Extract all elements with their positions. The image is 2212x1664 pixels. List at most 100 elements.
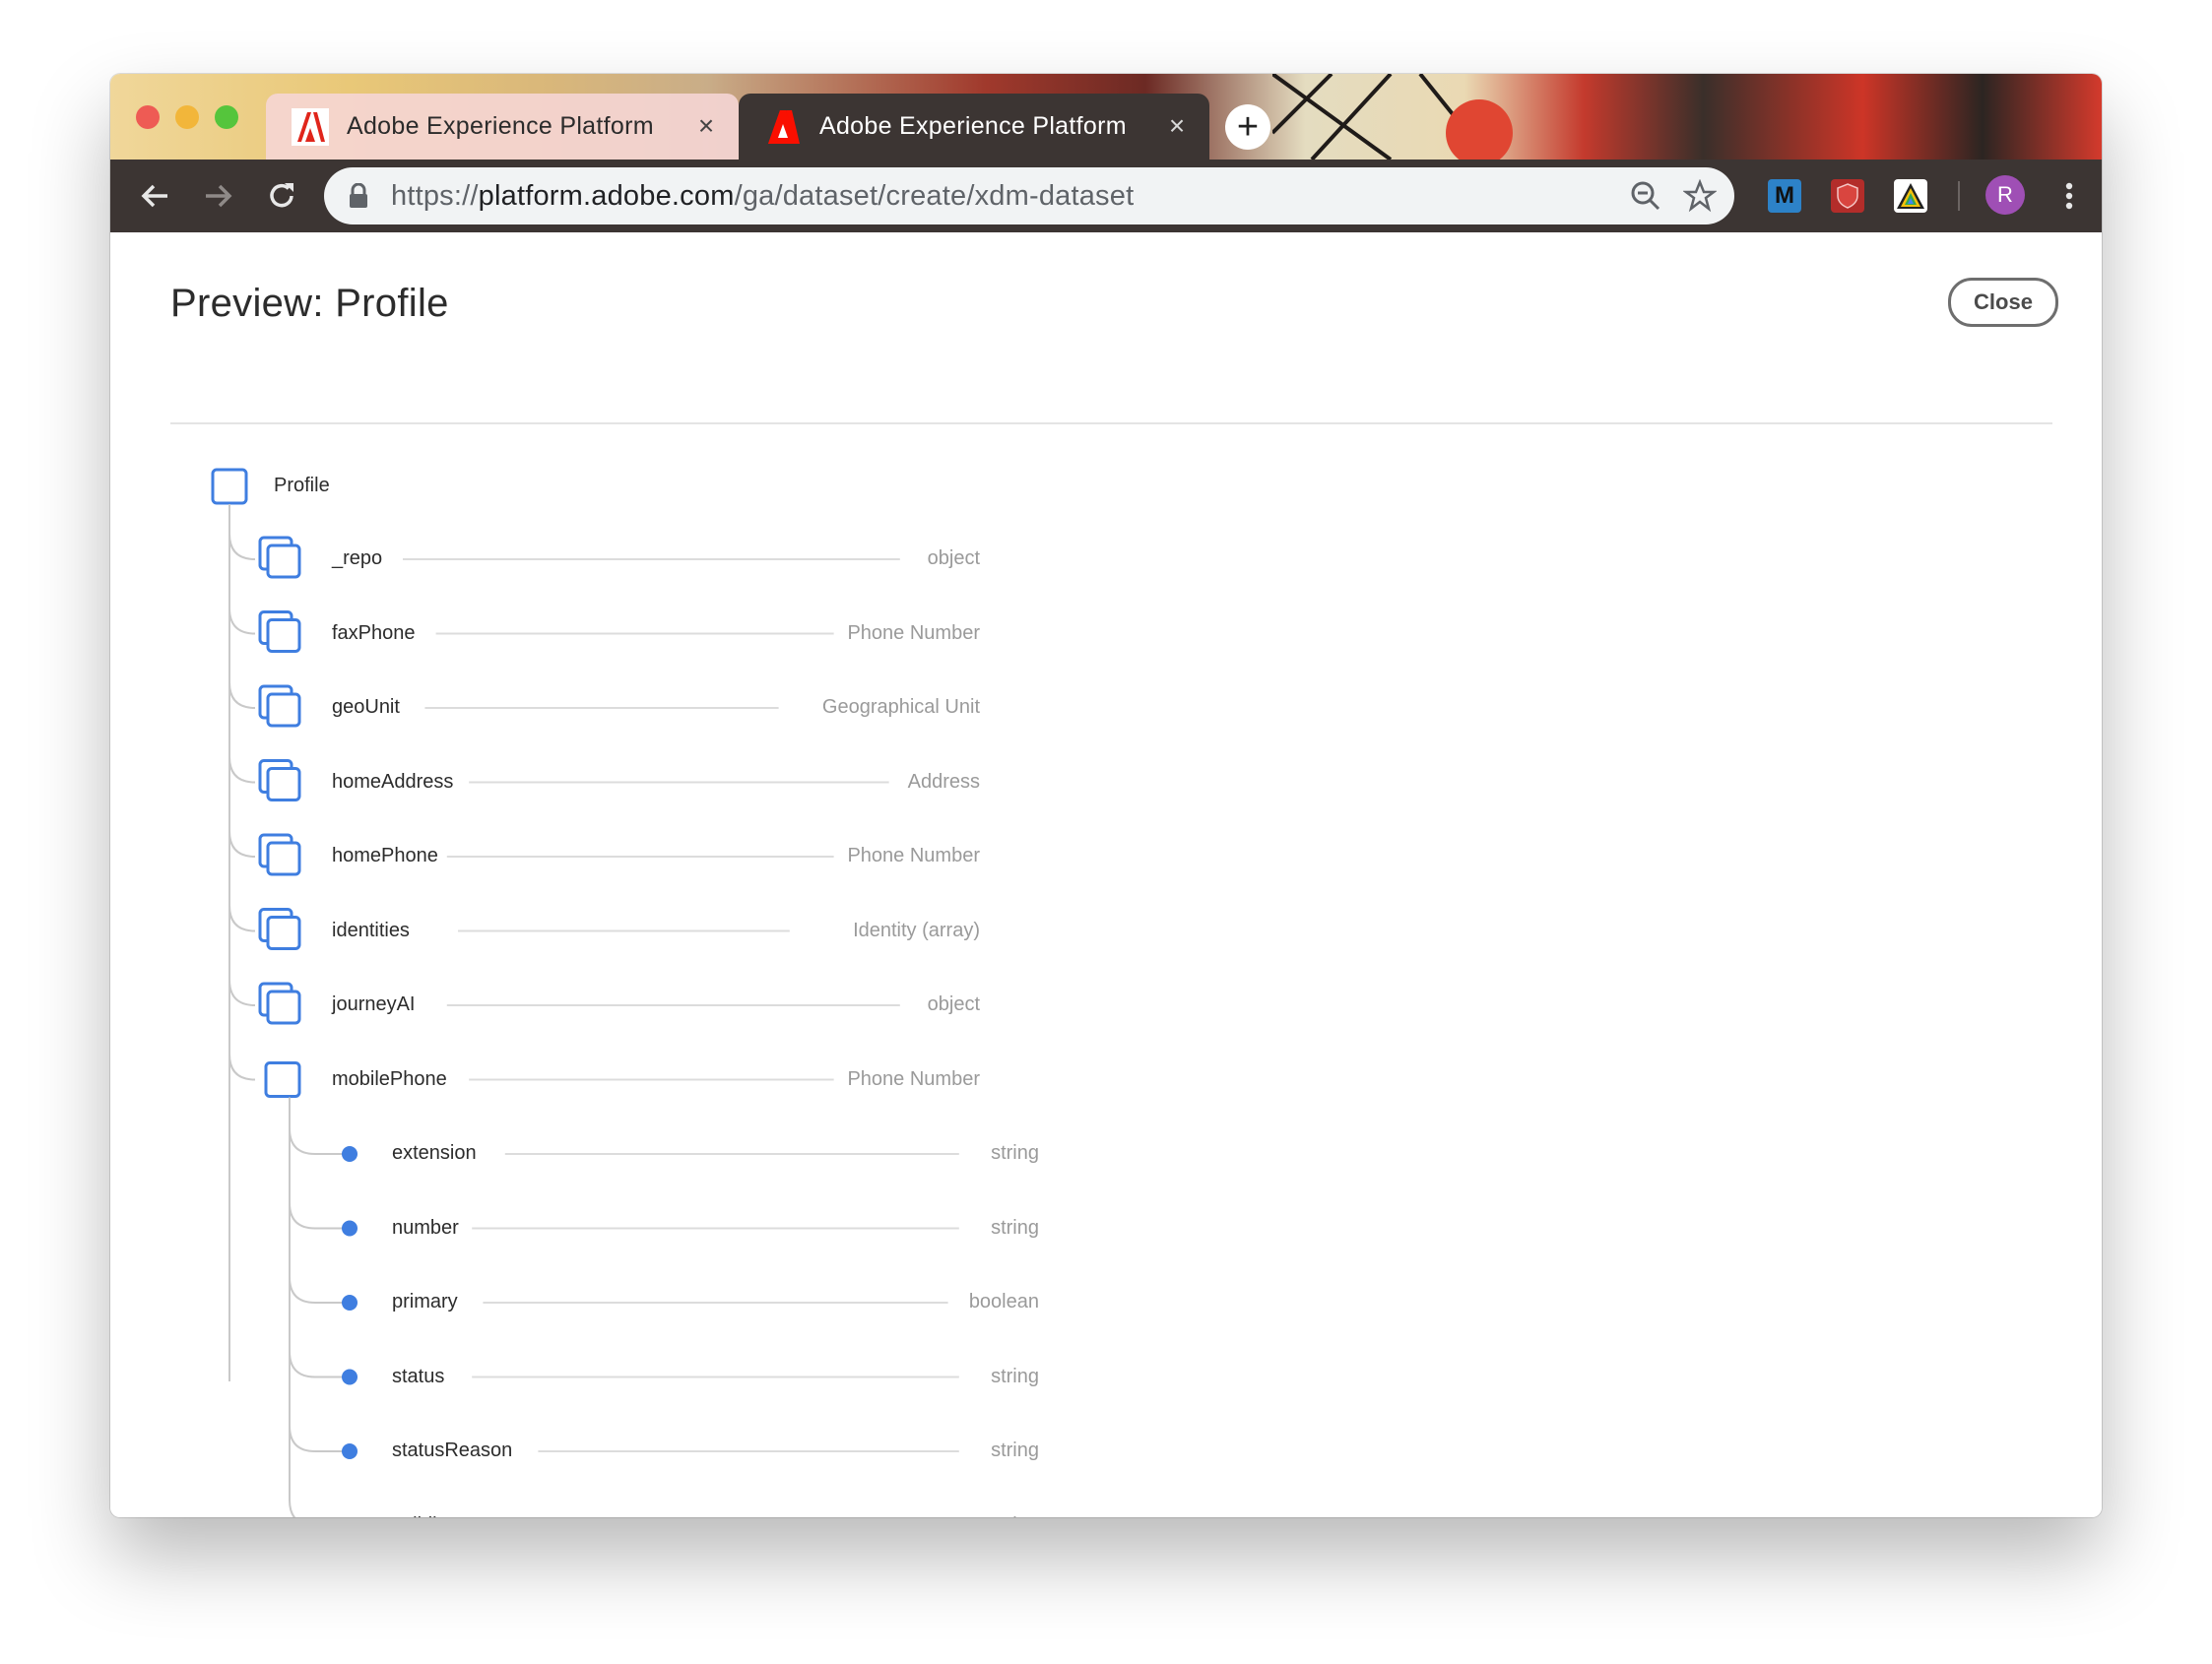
preview-panel: Preview: Profile Close Profile _repo objec… [110, 232, 2102, 1517]
url-text[interactable]: https://platform.adobe.com/ga/dataset/cr… [391, 167, 1134, 224]
tab-1[interactable]: Adobe Experience Platform × [266, 94, 739, 160]
tree-connector [289, 1425, 316, 1452]
tree-connector [289, 1202, 316, 1230]
profile-avatar[interactable]: R [1985, 175, 2025, 215]
back-button[interactable] [132, 173, 177, 219]
node-type: Phone Number [847, 621, 980, 644]
avatar-initial: R [1997, 182, 2013, 207]
tree-connector [228, 681, 256, 709]
tree-node-label[interactable]: geoUnit [332, 696, 400, 719]
tab-2[interactable]: Adobe Experience Platform × [739, 94, 1209, 160]
node-type: boolean [968, 1291, 1039, 1312]
tree-node-label[interactable]: _repo [332, 547, 382, 570]
tree-connector [228, 905, 256, 932]
node-type: string [991, 1365, 1039, 1387]
field-dot-icon [342, 1443, 358, 1459]
tree-connector [289, 1276, 316, 1304]
lock-icon [350, 183, 367, 208]
object-node-icon-front [266, 841, 301, 876]
tree-lines [211, 468, 959, 1517]
adobe-logo-icon [768, 109, 800, 144]
object-node-icon-front [266, 767, 301, 801]
schema-tree: Profile _repo object faxPhone Phone Number ge… [110, 232, 2102, 1517]
tab-title: Adobe Experience Platform [347, 112, 654, 140]
window-minimize-dot[interactable] [175, 105, 199, 129]
extension-color-icon[interactable] [1894, 179, 1927, 213]
window-close-dot[interactable] [136, 105, 160, 129]
url-path: /ga/dataset/create/xdm-dataset [734, 180, 1135, 212]
node-type: object [927, 547, 980, 569]
arrow-right-icon [206, 184, 232, 208]
node-type: string [991, 1142, 1039, 1164]
node-type: Phone Number [847, 845, 980, 866]
toolbar-separator [1958, 181, 1960, 211]
tree-field-label[interactable]: primary [392, 1291, 458, 1313]
zoom-out-icon[interactable] [1629, 179, 1662, 213]
tree-connector [228, 830, 256, 858]
browser-window: Adobe Experience Platform × Adobe Experi… [110, 74, 2102, 1517]
field-dot-icon [342, 1146, 358, 1162]
object-node-icon-front [266, 916, 301, 950]
tab-strip: Adobe Experience Platform × Adobe Experi… [110, 74, 2102, 160]
tree-connector [228, 608, 256, 635]
extension-m-label: M [1775, 182, 1794, 209]
node-type: string [991, 1216, 1039, 1239]
arrow-left-icon [141, 184, 167, 208]
node-type: Identity (array) [853, 919, 980, 941]
expanded-node-icon [264, 1061, 301, 1098]
address-bar[interactable]: https://platform.adobe.com/ga/dataset/cr… [324, 167, 1734, 224]
field-dot-icon [342, 1295, 358, 1311]
more-vertical-icon[interactable] [2062, 173, 2076, 219]
tree-connector [228, 533, 256, 560]
object-node-icon-front [266, 990, 301, 1025]
tree-connector [228, 756, 256, 784]
shield-icon [1837, 183, 1858, 209]
object-node-icon-front [266, 618, 301, 653]
tree-field-label[interactable]: extension [392, 1142, 477, 1165]
node-type: Phone Number [847, 1067, 980, 1090]
node-type: string [645, 1514, 1039, 1518]
url-scheme: https:// [391, 180, 479, 212]
node-type: Address [907, 770, 980, 793]
node-type: string [991, 1440, 1039, 1461]
extension-m-icon[interactable]: M [1768, 179, 1801, 213]
tree-root-label[interactable]: Profile [274, 475, 330, 497]
reload-icon [270, 183, 293, 208]
tree-field-label[interactable]: number [392, 1217, 459, 1240]
tree-node-label[interactable]: mobilePhone [332, 1068, 447, 1091]
tab-close-icon[interactable]: × [693, 112, 719, 140]
field-dot-icon [342, 1220, 358, 1237]
adobe-logo-icon [292, 107, 329, 146]
tree-connector [228, 1054, 256, 1081]
node-type: object [927, 993, 980, 1015]
new-tab-button[interactable]: + [1225, 104, 1270, 150]
reload-button[interactable] [259, 173, 304, 219]
tree-connector [228, 979, 256, 1006]
tree-field-label[interactable]: validity [392, 1514, 452, 1518]
tree-node-label[interactable]: homeAddress [332, 771, 453, 794]
background-art [1272, 74, 1513, 160]
tab-close-icon[interactable]: × [1164, 112, 1190, 140]
url-host: platform.adobe.com [478, 180, 735, 212]
tree-node-label[interactable]: identities [332, 920, 410, 942]
object-node-icon-front [266, 544, 301, 579]
tree-node-label[interactable]: homePhone [332, 845, 438, 867]
extension-shield-icon[interactable] [1831, 179, 1864, 213]
forward-button[interactable] [196, 173, 241, 219]
tab-title: Adobe Experience Platform [819, 112, 1127, 140]
tree-field-label[interactable]: status [392, 1366, 444, 1388]
root-node-icon [211, 468, 248, 505]
browser-toolbar: https://platform.adobe.com/ga/dataset/cr… [110, 160, 2102, 232]
bookmark-star-icon[interactable] [1683, 179, 1717, 213]
tree-node-label[interactable]: journeyAI [332, 993, 416, 1016]
tree-connector [289, 1351, 316, 1378]
field-dot-icon [342, 1369, 358, 1385]
window-zoom-dot[interactable] [215, 105, 238, 129]
color-triangle-icon [1897, 183, 1924, 209]
tree-node-label[interactable]: faxPhone [332, 622, 416, 645]
node-type: Geographical Unit [821, 696, 980, 718]
tree-field-label[interactable]: statusReason [392, 1440, 512, 1462]
tree-connector [289, 1127, 316, 1155]
object-node-icon-front [266, 692, 301, 728]
tree-connector [289, 1500, 296, 1517]
